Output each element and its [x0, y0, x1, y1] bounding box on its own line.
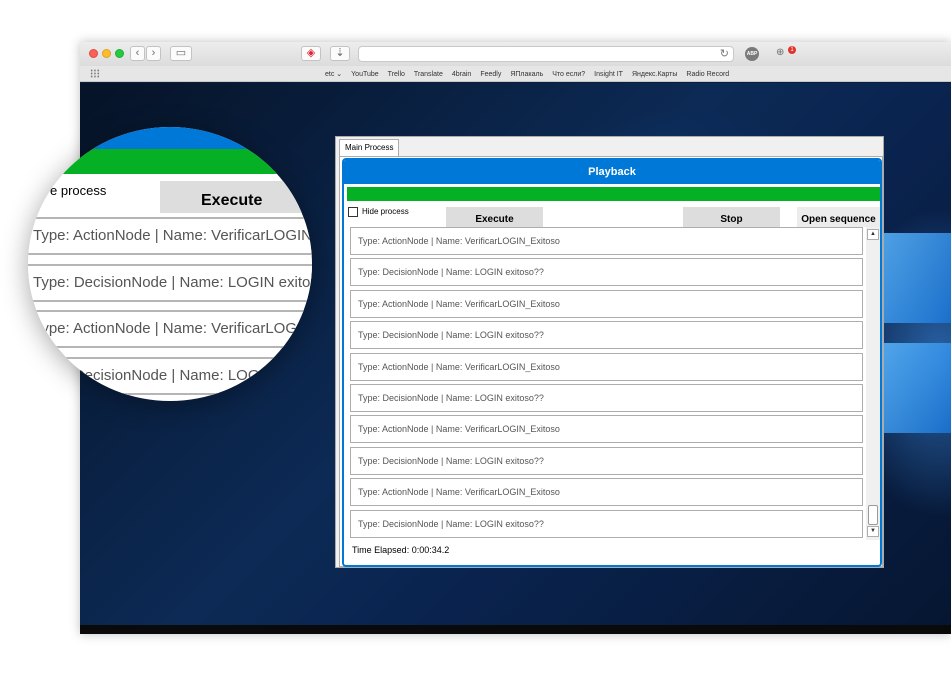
windows-logo-pane — [882, 233, 951, 323]
magnified-list-item: Type: DecisionNode | Name: LOGIN exitoso… — [28, 263, 312, 302]
adblock-icon[interactable]: ABP — [745, 47, 759, 61]
screenshot-stage: ‹ › ▭ ◈ ⇣ ↻ ABP ⊕ 1 etc ⌄ YouTube Trello Tr… — [0, 0, 951, 691]
list-scrollbar[interactable]: ▲ ▼ — [866, 227, 880, 540]
bookmark-item[interactable]: etc ⌄ — [325, 70, 342, 78]
list-item[interactable]: Type: DecisionNode | Name: LOGIN exitoso… — [350, 258, 863, 287]
bookmark-list: etc ⌄ YouTube Trello Translate 4brain Feedly Я… — [325, 66, 729, 82]
list-item[interactable]: Type: DecisionNode | Name: LOGIN exitoso… — [350, 509, 863, 538]
progress-bar-fill — [347, 187, 880, 201]
back-button[interactable]: ‹ — [130, 46, 145, 61]
scroll-up-icon[interactable]: ▲ — [867, 229, 879, 240]
minimize-window-button[interactable] — [102, 49, 111, 58]
download-icon[interactable]: ⇣ — [330, 46, 350, 61]
bookmark-item[interactable]: 4brain — [452, 71, 471, 78]
taskbar-strip — [80, 625, 951, 634]
reload-icon[interactable]: ↻ — [720, 47, 729, 61]
node-list: Type: ActionNode | Name: VerificarLOGIN_… — [350, 227, 863, 540]
magnified-list-item: Type: DecisionNode | Name: LOGIN exitoso… — [28, 356, 312, 395]
zoom-window-button[interactable] — [115, 49, 124, 58]
pocket-icon[interactable]: ◈ — [301, 46, 321, 61]
list-item[interactable]: Type: ActionNode | Name: VerificarLOGIN_… — [350, 289, 863, 318]
sidebar-toggle-button[interactable]: ▭ — [170, 46, 192, 61]
app-window: Main Process Playback Hide process Execu… — [335, 136, 884, 568]
stop-button[interactable]: Stop — [683, 207, 780, 227]
bookmark-item[interactable]: Trello — [388, 71, 405, 78]
list-item[interactable]: Type: DecisionNode | Name: LOGIN exitoso… — [350, 321, 863, 350]
hide-process-checkbox[interactable] — [348, 207, 358, 217]
close-window-button[interactable] — [89, 49, 98, 58]
list-item[interactable]: Type: ActionNode | Name: VerificarLOGIN_… — [350, 478, 863, 507]
magnified-hide-process-label: e process — [50, 183, 107, 198]
open-sequence-button[interactable]: Open sequence — [797, 207, 880, 227]
progress-bar — [347, 187, 880, 201]
magnified-execute-button: Execute — [160, 181, 312, 213]
scroll-down-icon[interactable]: ▼ — [867, 526, 879, 537]
list-item[interactable]: Type: DecisionNode | Name: LOGIN exitoso… — [350, 384, 863, 412]
bookmark-item[interactable]: Translate — [414, 71, 443, 78]
browser-toolbar: ‹ › ▭ ◈ ⇣ ↻ ABP ⊕ 1 — [80, 42, 951, 66]
list-item[interactable]: Type: ActionNode | Name: VerificarLOGIN_… — [350, 227, 863, 255]
forward-button[interactable]: › — [146, 46, 161, 61]
extension-icon[interactable]: ⊕ — [776, 47, 786, 59]
bookmark-item[interactable]: ЯПлакаль — [510, 71, 543, 78]
list-item[interactable]: Type: ActionNode | Name: VerificarLOGIN_… — [350, 415, 863, 444]
magnified-header — [28, 127, 312, 149]
magnifier-callout: e process Execute Type: ActionNode | Nam… — [28, 127, 312, 401]
scroll-thumb[interactable] — [868, 505, 878, 525]
tab-main-process[interactable]: Main Process — [339, 139, 400, 156]
bookmark-item[interactable]: Feedly — [480, 71, 501, 78]
list-item[interactable]: Type: DecisionNode | Name: LOGIN exitoso… — [350, 446, 863, 475]
bookmark-item[interactable]: Яндекс.Карты — [632, 71, 677, 78]
magnified-list-item: Type: ActionNode | Name: VerificarLOGIN_… — [28, 217, 312, 255]
bookmark-item[interactable]: Radio Record — [686, 71, 729, 78]
notification-badge: 1 — [788, 46, 796, 54]
hide-process-label: Hide process — [362, 207, 409, 216]
magnified-progress-bar — [28, 149, 312, 174]
bookmark-item[interactable]: Insight IT — [594, 71, 623, 78]
execute-button[interactable]: Execute — [446, 207, 543, 227]
playback-header: Playback — [344, 160, 880, 184]
time-elapsed: Time Elapsed: 0:00:34.2 — [352, 545, 450, 555]
bookmark-item[interactable]: Что если? — [552, 71, 585, 78]
bookmarks-bar: etc ⌄ YouTube Trello Translate 4brain Feedly Я… — [80, 66, 951, 82]
windows-logo-pane — [882, 343, 951, 433]
playback-group: Playback Hide process Execute Stop Open … — [342, 158, 882, 567]
tab-panel: Playback Hide process Execute Stop Open … — [339, 156, 883, 567]
bookmark-item[interactable]: YouTube — [351, 71, 379, 78]
apps-grid-icon[interactable] — [90, 69, 100, 78]
list-item[interactable]: Type: ActionNode | Name: VerificarLOGIN_… — [350, 352, 863, 381]
address-bar[interactable]: ↻ — [358, 46, 734, 62]
magnified-list-item: Type: ActionNode | Name: VerificarLOGIN_… — [28, 310, 312, 348]
